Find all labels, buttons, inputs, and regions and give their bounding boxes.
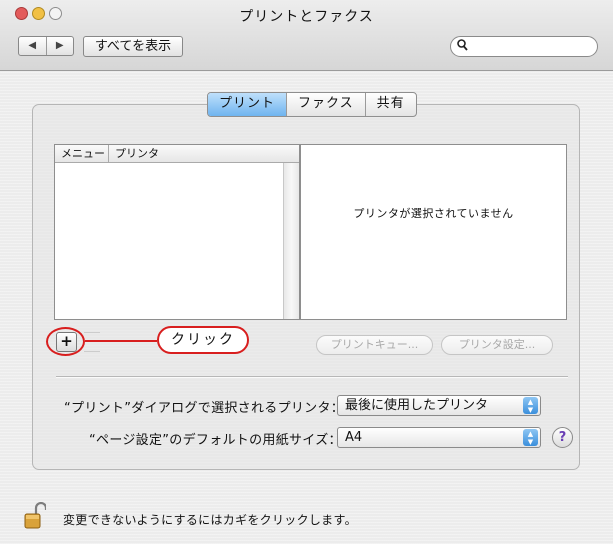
default-paper-size-label: “ページ設定”のデフォルトの用紙サイズ： — [89, 433, 342, 448]
updown-arrows-icon: ▲ ▼ — [523, 397, 538, 414]
back-button[interactable]: ◀ — [19, 37, 47, 55]
tab-print[interactable]: プリント — [208, 93, 288, 116]
column-header-menu[interactable]: メニュー — [61, 145, 105, 162]
column-divider — [108, 145, 109, 162]
search-icon — [457, 39, 468, 54]
default-dialog-printer-popup[interactable]: 最後に使用したプリンタ ▲ ▼ — [337, 395, 541, 416]
remove-printer-button[interactable] — [84, 332, 100, 352]
preferences-window: プリントとファクス ◀ ▶ すべてを表示 プリント ファクス 共有 メニュー プ… — [0, 0, 613, 544]
search-field[interactable] — [450, 36, 598, 57]
printer-settings-button[interactable]: プリンタ設定... — [441, 335, 553, 355]
title-bar: プリントとファクス ◀ ▶ すべてを表示 — [0, 0, 613, 71]
column-header-printer[interactable]: プリンタ — [115, 145, 159, 162]
default-paper-size-value: A4 — [345, 430, 363, 445]
tab-fax[interactable]: ファクス — [287, 93, 366, 116]
tab-sharing[interactable]: 共有 — [366, 93, 416, 116]
click-callout: クリック — [157, 326, 249, 354]
unlocked-padlock-icon[interactable] — [24, 501, 48, 530]
help-button[interactable]: ? — [552, 427, 573, 448]
window-title: プリントとファクス — [239, 9, 374, 25]
show-all-button[interactable]: すべてを表示 — [83, 36, 183, 57]
tab-bar: プリント ファクス 共有 — [207, 92, 417, 117]
printer-list-scrollbar[interactable] — [283, 163, 299, 319]
default-dialog-printer-value: 最後に使用したプリンタ — [345, 398, 489, 413]
callout-connector — [85, 340, 157, 342]
printer-list-header: メニュー プリンタ — [55, 145, 299, 163]
printer-detail-pane: プリンタが選択されていません — [300, 144, 567, 320]
forward-button[interactable]: ▶ — [47, 37, 74, 55]
print-queue-button[interactable]: プリントキュー... — [316, 335, 433, 355]
lock-instruction-text: 変更できないようにするにはカギをクリックします。 — [63, 513, 357, 527]
printer-list[interactable]: メニュー プリンタ — [54, 144, 300, 320]
highlight-circle — [46, 327, 85, 356]
no-printer-selected-message: プリンタが選択されていません — [353, 207, 514, 220]
back-forward-control: ◀ ▶ — [18, 36, 74, 56]
updown-arrows-icon: ▲ ▼ — [523, 429, 538, 446]
default-paper-size-popup[interactable]: A4 ▲ ▼ — [337, 427, 541, 448]
default-dialog-printer-label: “プリント”ダイアログで選択されるプリンタ： — [64, 401, 345, 416]
section-divider — [56, 376, 568, 378]
